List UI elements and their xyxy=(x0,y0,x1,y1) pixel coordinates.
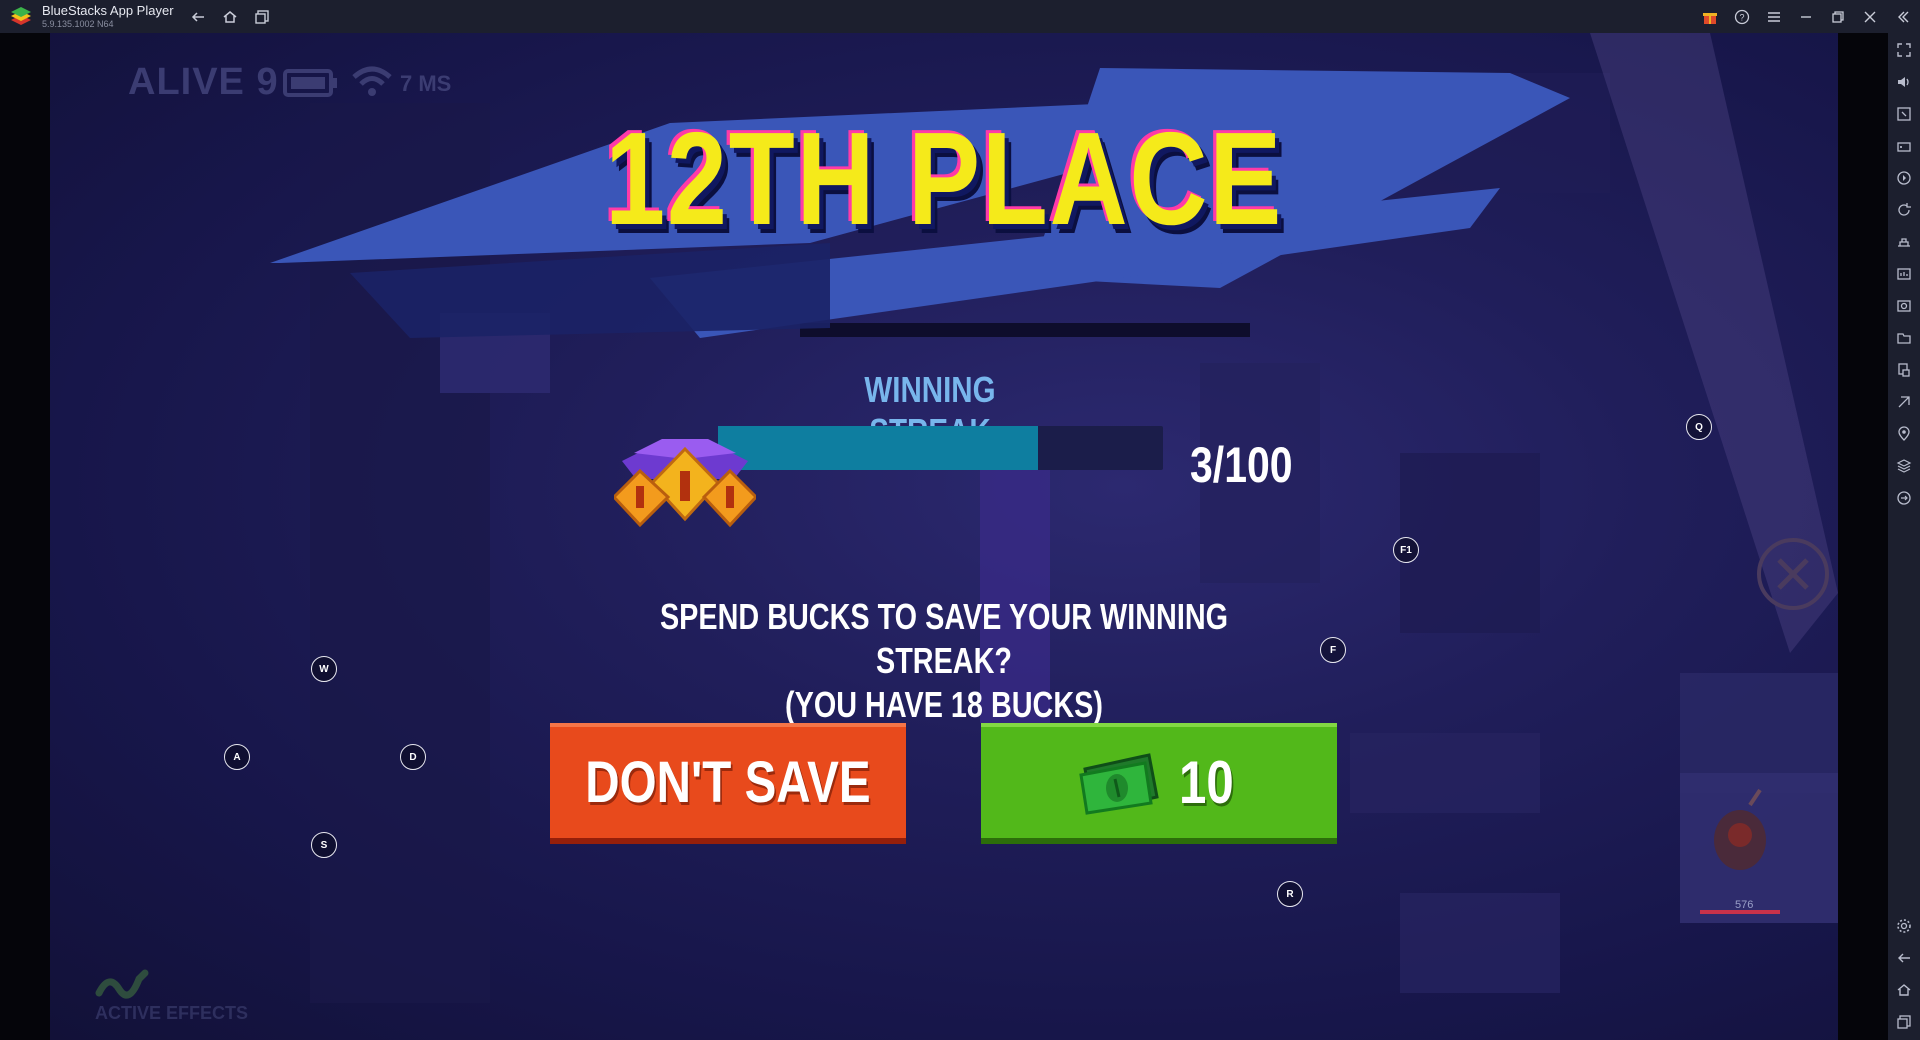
restore-icon[interactable] xyxy=(1827,6,1849,28)
alive-counter: ALIVE 9 xyxy=(128,61,279,103)
player-avatar-icon xyxy=(1714,788,1766,870)
effect-worm-icon xyxy=(95,969,149,999)
home-icon[interactable] xyxy=(219,6,241,28)
sync-icon[interactable] xyxy=(1894,488,1914,508)
streak-trophy-icon xyxy=(614,439,756,528)
app-name: BlueStacks App Player xyxy=(42,3,174,18)
health-value: 576 xyxy=(1735,899,1754,911)
letterbox-left xyxy=(0,33,50,1040)
streak-count: 3/100 xyxy=(1190,437,1293,493)
fullscreen-icon[interactable] xyxy=(1894,40,1914,60)
keyboard-icon[interactable] xyxy=(1894,104,1914,124)
streak-progress-fill xyxy=(718,426,1039,470)
layers-icon[interactable] xyxy=(1894,456,1914,476)
key-hint-f[interactable]: F xyxy=(1320,637,1346,663)
dont-save-label: DON'T SAVE xyxy=(585,750,871,815)
back-icon[interactable] xyxy=(187,6,209,28)
key-hint-a[interactable]: A xyxy=(224,744,250,770)
help-icon[interactable]: ? xyxy=(1731,6,1753,28)
gift-icon[interactable] xyxy=(1699,6,1721,28)
multi-window-icon[interactable] xyxy=(251,6,273,28)
active-effects-label: ACTIVE EFFECTS xyxy=(95,1003,249,1023)
key-hint-w[interactable]: W xyxy=(311,656,337,682)
bluestacks-sidebar xyxy=(1888,33,1920,1040)
camera-icon[interactable] xyxy=(1894,296,1914,316)
save-streak-prompt: SPEND BUCKS TO SAVE YOUR WINNING STREAK?… xyxy=(624,595,1264,727)
svg-text:?: ? xyxy=(1739,13,1744,23)
folder-icon[interactable] xyxy=(1894,328,1914,348)
macro-icon[interactable] xyxy=(1894,168,1914,188)
gamepad-icon[interactable] xyxy=(1894,136,1914,156)
record-icon[interactable] xyxy=(1894,264,1914,284)
title-bar: BlueStacks App Player 5.9.135.1002 N64 ? xyxy=(0,0,1920,33)
settings-icon[interactable] xyxy=(1894,916,1914,936)
key-hint-q[interactable]: Q xyxy=(1686,414,1712,440)
prompt-line-1: SPEND BUCKS TO SAVE YOUR WINNING STREAK? xyxy=(659,596,1229,681)
apk-icon[interactable] xyxy=(1894,360,1914,380)
recent-apps-icon[interactable] xyxy=(1894,1012,1914,1032)
letterbox-right xyxy=(1838,33,1888,1040)
volume-icon[interactable] xyxy=(1894,72,1914,92)
streak-progress-bar xyxy=(718,426,1163,470)
key-hint-f1[interactable]: F1 xyxy=(1393,537,1419,563)
eco-mode-icon[interactable] xyxy=(1894,392,1914,412)
app-version: 5.9.135.1002 N64 xyxy=(42,19,114,29)
placement-title: 12TH PLACE xyxy=(604,105,1283,252)
minimize-icon[interactable] xyxy=(1795,6,1817,28)
bluestacks-logo-icon xyxy=(11,7,31,25)
key-hint-s[interactable]: S xyxy=(311,832,337,858)
home-nav-icon[interactable] xyxy=(1894,980,1914,1000)
rotate-icon[interactable] xyxy=(1894,200,1914,220)
cash-icon xyxy=(1078,752,1159,815)
save-streak-button[interactable]: 10 xyxy=(981,723,1337,838)
game-viewport[interactable]: ALIVE 9 7 MS ACTIVE EFFECTS 12TH PLACE W… xyxy=(0,33,1888,1040)
close-icon[interactable] xyxy=(1859,6,1881,28)
prompt-line-2: (YOU HAVE 18 BUCKS) xyxy=(785,684,1103,725)
menu-icon[interactable] xyxy=(1763,6,1785,28)
key-hint-r[interactable]: R xyxy=(1277,881,1303,907)
dont-save-button[interactable]: DON'T SAVE xyxy=(550,723,906,838)
collapse-sidebar-icon[interactable] xyxy=(1892,6,1914,28)
location-icon[interactable] xyxy=(1894,424,1914,444)
back-nav-icon[interactable] xyxy=(1894,948,1914,968)
close-overlay-button[interactable] xyxy=(1757,538,1829,610)
save-price: 10 xyxy=(1178,749,1234,816)
screenshot-icon[interactable] xyxy=(1894,232,1914,252)
key-hint-d[interactable]: D xyxy=(400,744,426,770)
